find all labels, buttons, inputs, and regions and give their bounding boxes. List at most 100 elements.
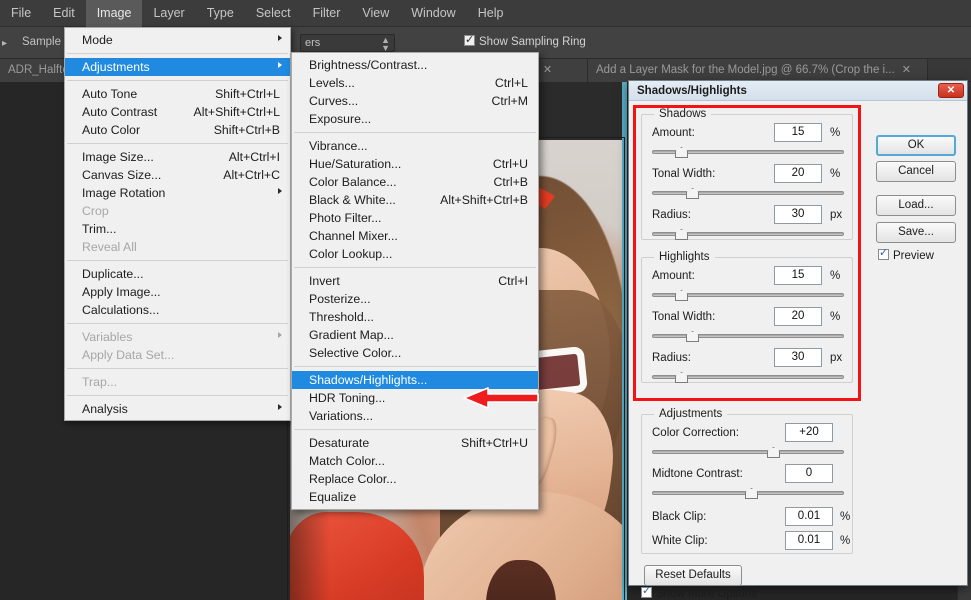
adjustments-menu-item-levels[interactable]: Levels... Ctrl+L: [292, 74, 538, 92]
shadows-tonal-width-input[interactable]: 20: [774, 164, 822, 183]
highlights-amount-slider[interactable]: [652, 289, 844, 301]
menu-file[interactable]: File: [0, 0, 42, 27]
adjustments-menu-item-channel-mixer[interactable]: Channel Mixer...: [292, 227, 538, 245]
menu-help[interactable]: Help: [467, 0, 515, 27]
save-button[interactable]: Save...: [876, 222, 956, 243]
close-icon[interactable]: ✕: [543, 64, 552, 76]
slider-thumb[interactable]: [675, 229, 688, 240]
color-correction-input[interactable]: +20: [785, 423, 833, 442]
menu-image[interactable]: Image: [85, 0, 143, 27]
shadows-amount-input[interactable]: 15: [774, 123, 822, 142]
show-more-options-checkbox[interactable]: Show More Options: [641, 584, 757, 600]
menu-window[interactable]: Window: [400, 0, 466, 27]
image-menu-item-mode[interactable]: Mode: [65, 31, 290, 49]
midtone-contrast-input[interactable]: 0: [785, 464, 833, 483]
tool-preset-caret-icon[interactable]: ▸: [2, 38, 7, 49]
image-menu-dropdown[interactable]: Mode Adjustments Auto Tone Shift+Ctrl+L Auto…: [64, 27, 291, 421]
checkbox-box-icon: [878, 246, 889, 260]
close-icon[interactable]: ✕: [902, 64, 911, 76]
adjustments-menu-item-color-lookup[interactable]: Color Lookup...: [292, 245, 538, 263]
show-sampling-ring-checkbox[interactable]: Show Sampling Ring: [464, 33, 586, 48]
image-menu-item-calculations[interactable]: Calculations...: [65, 301, 290, 319]
menu-view[interactable]: View: [351, 0, 400, 27]
image-menu-item-image-rotation[interactable]: Image Rotation: [65, 184, 290, 202]
adjustments-menu-item-hue-saturation[interactable]: Hue/Saturation... Ctrl+U: [292, 155, 538, 173]
image-menu-item-analysis[interactable]: Analysis: [65, 400, 290, 418]
layers-combo[interactable]: ers ▲ ▼: [300, 34, 395, 53]
highlights-tonal-width-slider[interactable]: [652, 330, 844, 342]
shadows-radius-input[interactable]: 30: [774, 205, 822, 224]
adjustments-menu-item-equalize[interactable]: Equalize: [292, 488, 538, 506]
image-menu-item-auto-color[interactable]: Auto Color Shift+Ctrl+B: [65, 121, 290, 139]
adjustments-menu-item-vibrance[interactable]: Vibrance...: [292, 137, 538, 155]
menu-select[interactable]: Select: [245, 0, 302, 27]
adjustments-menu-separator: [294, 429, 536, 430]
black-clip-input[interactable]: 0.01: [785, 507, 833, 526]
slider-track: [652, 191, 844, 195]
close-icon[interactable]: ✕: [938, 83, 964, 98]
image-menu-separator: [67, 368, 288, 369]
slider-thumb[interactable]: [745, 488, 758, 499]
image-menu-item-apply-image[interactable]: Apply Image...: [65, 283, 290, 301]
image-menu-item-auto-tone[interactable]: Auto Tone Shift+Ctrl+L: [65, 85, 290, 103]
image-menu-item-duplicate[interactable]: Duplicate...: [65, 265, 290, 283]
shadows-highlights-dialog[interactable]: Shadows/Highlights ✕ Shadows Amount: 15 …: [628, 80, 968, 600]
adjustments-menu-item-posterize[interactable]: Posterize...: [292, 290, 538, 308]
highlights-radius-slider[interactable]: [652, 371, 844, 383]
adjustments-menu-item-selective-color[interactable]: Selective Color...: [292, 344, 538, 362]
adjustments-menu-item-match-color[interactable]: Match Color...: [292, 452, 538, 470]
menu-item-label: Duplicate...: [82, 267, 144, 281]
image-menu-item-adjustments[interactable]: Adjustments: [65, 58, 290, 76]
adjustments-menu-item-gradient-map[interactable]: Gradient Map...: [292, 326, 538, 344]
menu-item-label: Color Lookup...: [309, 247, 393, 261]
menu-type[interactable]: Type: [196, 0, 245, 27]
image-menu-item-trim[interactable]: Trim...: [65, 220, 290, 238]
adjustments-menu-item-photo-filter[interactable]: Photo Filter...: [292, 209, 538, 227]
shadows-amount-slider[interactable]: [652, 146, 844, 158]
slider-thumb[interactable]: [675, 290, 688, 301]
image-menu-item-canvas-size[interactable]: Canvas Size... Alt+Ctrl+C: [65, 166, 290, 184]
adjustments-menu-item-threshold[interactable]: Threshold...: [292, 308, 538, 326]
highlights-radius-input[interactable]: 30: [774, 348, 822, 367]
color-correction-label: Color Correction:: [652, 427, 739, 439]
menu-item-shortcut: Shift+Ctrl+L: [215, 87, 280, 101]
midtone-contrast-slider[interactable]: [652, 487, 844, 499]
menu-filter[interactable]: Filter: [302, 0, 352, 27]
adjustments-menu-item-invert[interactable]: Invert Ctrl+I: [292, 272, 538, 290]
slider-thumb[interactable]: [767, 447, 780, 458]
chevron-updown-icon[interactable]: ▲ ▼: [381, 36, 390, 53]
adjustments-menu-item-desaturate[interactable]: Desaturate Shift+Ctrl+U: [292, 434, 538, 452]
cancel-button[interactable]: Cancel: [876, 161, 956, 182]
image-menu-item-image-size[interactable]: Image Size... Alt+Ctrl+I: [65, 148, 290, 166]
ok-button[interactable]: OK: [876, 135, 956, 156]
slider-thumb[interactable]: [675, 372, 688, 383]
shadows-tonal-width-slider[interactable]: [652, 187, 844, 199]
adjustments-menu-item-brightness-contrast[interactable]: Brightness/Contrast...: [292, 56, 538, 74]
adjustments-menu-item-replace-color[interactable]: Replace Color...: [292, 470, 538, 488]
adjustments-menu-item-color-balance[interactable]: Color Balance... Ctrl+B: [292, 173, 538, 191]
dialog-title-bar[interactable]: Shadows/Highlights ✕: [629, 81, 967, 101]
image-menu-item-auto-contrast[interactable]: Auto Contrast Alt+Shift+Ctrl+L: [65, 103, 290, 121]
midtone-contrast-label: Midtone Contrast:: [652, 468, 743, 480]
slider-thumb[interactable]: [686, 331, 699, 342]
white-clip-input[interactable]: 0.01: [785, 531, 833, 550]
highlights-amount-input[interactable]: 15: [774, 266, 822, 285]
preview-checkbox[interactable]: Preview: [878, 246, 934, 262]
highlights-radius-unit: px: [830, 352, 843, 364]
adjustments-menu-item-curves[interactable]: Curves... Ctrl+M: [292, 92, 538, 110]
adjustments-submenu[interactable]: Brightness/Contrast... Levels... Ctrl+L Cur…: [291, 52, 539, 510]
menu-edit[interactable]: Edit: [42, 0, 86, 27]
adjustments-menu-item-exposure[interactable]: Exposure...: [292, 110, 538, 128]
load-button[interactable]: Load...: [876, 195, 956, 216]
shadows-radius-slider[interactable]: [652, 228, 844, 240]
menu-layer[interactable]: Layer: [142, 0, 195, 27]
canvas-right-edge: [622, 82, 627, 600]
slider-thumb[interactable]: [686, 188, 699, 199]
slider-thumb[interactable]: [675, 147, 688, 158]
color-correction-slider[interactable]: [652, 446, 844, 458]
tab-add-a-layer-mask[interactable]: Add a Layer Mask for the Model.jpg @ 66.…: [588, 59, 928, 82]
adjustments-menu-item-black-white[interactable]: Black & White... Alt+Shift+Ctrl+B: [292, 191, 538, 209]
tab-label: Add a Layer Mask for the Model.jpg @ 66.…: [596, 64, 895, 76]
reset-defaults-button[interactable]: Reset Defaults: [644, 565, 742, 586]
highlights-tonal-width-input[interactable]: 20: [774, 307, 822, 326]
